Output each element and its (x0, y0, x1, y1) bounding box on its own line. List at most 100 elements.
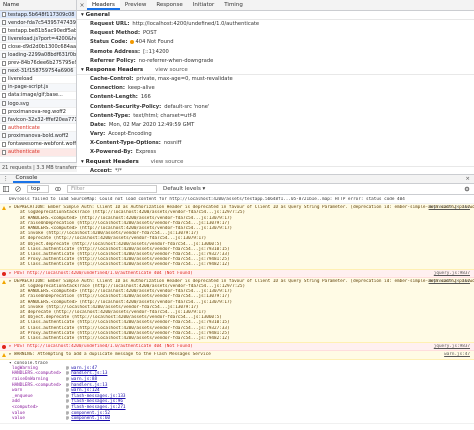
file-icon (2, 36, 6, 42)
file-icon (2, 92, 6, 98)
request-row[interactable]: livereload (0, 76, 76, 84)
request-row[interactable]: fontawesome-webfont.woff (0, 141, 76, 149)
request-name: next-31f158759754a6906 (8, 68, 74, 75)
request-row[interactable]: favicon-32x32-fffef20ea771... (0, 116, 76, 125)
header-value-text: 404 Not Found (135, 39, 174, 46)
message-line-text: at Class.authenticate (http://localhost:… (20, 262, 230, 268)
header-value-text: Mon, 02 Mar 2020 12:49:59 GMT (108, 121, 195, 128)
trace-source-link[interactable]: handlers.js:13 (71, 383, 107, 388)
tab-initiator[interactable]: Initiator (188, 0, 219, 10)
file-icon (2, 76, 6, 82)
request-row[interactable]: livereload.js?port=4200&host (0, 35, 76, 44)
message-text[interactable]: ▸ POST http://localhost:4200/undefined/1… (0, 344, 474, 350)
sidebar-toggle-icon[interactable] (3, 186, 9, 192)
request-row[interactable]: logo.svg (0, 100, 76, 109)
header-key: Connection: (90, 85, 125, 92)
request-row[interactable]: loading-2299a08bdf631f0b (0, 51, 76, 60)
request-row[interactable]: authenticate (0, 124, 76, 133)
console-message-info: DevTools failed to load SourceMap: Could… (0, 196, 474, 205)
drawer-menu-icon[interactable]: ⋮ (3, 176, 9, 182)
header-value: 404 Not Found (130, 39, 174, 46)
trace-source-link[interactable]: warn.js:124 (71, 388, 99, 393)
tab-headers[interactable]: Headers (87, 0, 120, 10)
network-summary: 21 requests | 3.3 MB transferred (0, 162, 77, 172)
request-row[interactable]: prev-84b76dee6b275795e9f (0, 60, 76, 68)
trace-source-link[interactable]: warn.js:88 (71, 377, 97, 382)
file-icon (2, 101, 6, 107)
console-message-warn: ▸ DEPRECATION: Ember Simple Auth: Client… (0, 277, 474, 344)
request-view-source-link[interactable]: view source (151, 159, 184, 165)
request-row[interactable]: proximanova-reg.woff2 (0, 108, 76, 117)
name-column-header[interactable]: Name (0, 0, 76, 11)
header-row: X-Content-Type-Options: nosniff (77, 139, 474, 148)
request-row[interactable]: in-page-script.js (0, 83, 76, 92)
log-levels-dropdown[interactable]: Default levels ▾ (163, 186, 205, 192)
header-row: Request URL: http://localhost:4200/undefi… (77, 20, 474, 29)
console-log: DevTools failed to load SourceMap: Could… (0, 196, 474, 430)
response-headers-title: ▾ Response Headers (81, 66, 144, 73)
header-value: default-src 'none' (164, 104, 209, 110)
header-key: Content-Length: (90, 94, 138, 101)
source-link[interactable]: jquery.js:9837 (434, 271, 470, 276)
trace-source-link[interactable]: handlers.js:13 (71, 371, 107, 376)
file-icon (2, 12, 6, 18)
trace-source-link[interactable]: component.js:52 (71, 411, 110, 416)
general-section-header[interactable]: ▾ General (77, 11, 474, 20)
trace-source-link[interactable]: flash-messages.js:271 (71, 405, 125, 410)
message-line-text: at Class.authenticate (http://localhost:… (20, 336, 230, 342)
header-key: Accept: (90, 167, 112, 172)
file-icon (2, 149, 6, 155)
clear-console-icon[interactable] (15, 186, 21, 192)
header-key: Content-Type: (90, 112, 131, 119)
request-row[interactable]: authenticate (0, 148, 76, 157)
trace-source-link[interactable]: component.js:60 (71, 416, 110, 421)
request-row[interactable]: testapp.be81b5ac90edf5ab (0, 27, 76, 36)
file-icon (2, 109, 6, 115)
header-key: X-Powered-By: (90, 149, 133, 156)
message-text[interactable]: ▸ WARNING: Attempting to add a duplicate… (0, 352, 474, 358)
message-text[interactable]: DevTools failed to load SourceMap: Could… (0, 197, 474, 202)
message-text[interactable]: ▸ POST http://localhost:4200/undefined/1… (0, 271, 474, 276)
close-drawer-icon[interactable]: × (465, 176, 470, 182)
gear-icon[interactable] (464, 186, 470, 192)
response-headers-section-header[interactable]: ▾ Response Headers view source (77, 66, 474, 75)
header-value: private, max-age=0, must-revalidate (136, 76, 232, 82)
request-name: prev-84b76dee6b275795e9f (8, 60, 76, 67)
request-name: proximanova-bold.woff2 (8, 132, 69, 139)
request-row[interactable]: close-d9d2d0b1300c684aa (0, 43, 76, 52)
header-key: Request URL: (90, 21, 130, 27)
request-name: in-page-script.js (8, 84, 49, 91)
tab-timing[interactable]: Timing (219, 0, 248, 10)
request-row[interactable]: vendor-fda7c54395747439 (0, 19, 76, 28)
request-row[interactable]: testapp.5b648f117309c08 (0, 11, 76, 20)
source-link[interactable]: warn.js:47 (444, 352, 470, 357)
tab-console[interactable]: Console (12, 175, 41, 183)
tab-response[interactable]: Response (151, 0, 187, 10)
drawer-tabbar: ⋮ Console × (0, 174, 474, 184)
header-value: [::1]:4200 (143, 49, 169, 55)
tab-preview[interactable]: Preview (120, 0, 151, 10)
trace-source-link[interactable]: flash-messages.js:96 (71, 399, 123, 404)
request-row[interactable]: data:image/gif;base... (0, 92, 76, 101)
console-filter-input[interactable]: Filter (67, 185, 158, 193)
request-row[interactable]: proximanova-bold.woff2 (0, 132, 76, 141)
general-title: ▾ General (81, 12, 110, 18)
response-view-source-link[interactable]: view source (155, 67, 188, 73)
header-row: Content-Length: 166 (77, 93, 474, 102)
header-row: Connection: keep-alive (77, 84, 474, 93)
request-details-pane: × Headers Preview Response Initiator Timing … (77, 0, 474, 172)
request-headers-section: Accept: */* (77, 167, 474, 172)
request-list-pane: Name testapp.5b648f117309c08 vendor-fda7c… (0, 0, 77, 172)
header-value: 166 (141, 94, 151, 100)
header-value-text: POST (143, 30, 157, 37)
console-message-warn: ▸ WARNING: Attempting to add a duplicate… (0, 351, 474, 360)
header-key: Vary: (90, 131, 106, 138)
close-icon[interactable]: × (77, 0, 87, 10)
request-headers-section-header[interactable]: ▾ Request Headers view source (77, 158, 474, 167)
trace-list: logWarning @ warn.js:47 HANDLERS.<computed… (0, 366, 474, 422)
context-select[interactable]: top (27, 185, 50, 193)
file-icon (2, 84, 6, 90)
eye-icon[interactable] (55, 186, 62, 192)
request-row[interactable]: next-31f158759754a6906 (0, 67, 76, 76)
source-link[interactable]: jquery.js:9837 (434, 344, 470, 349)
